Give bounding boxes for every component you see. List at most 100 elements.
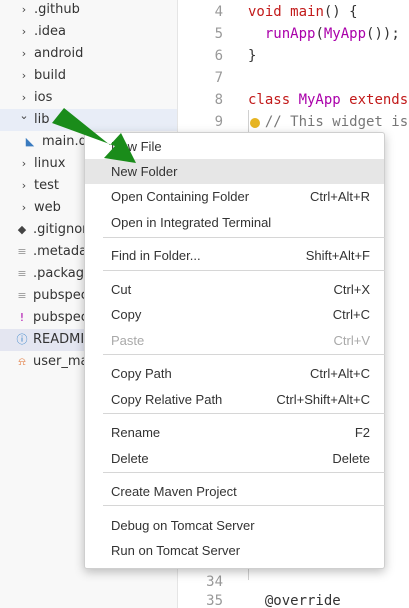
menu-item-new-folder[interactable]: New Folder	[85, 159, 384, 184]
file-icon: ⍾	[18, 355, 26, 368]
chevron-down-icon[interactable]: ⌄	[18, 109, 30, 131]
code-line: @override	[248, 590, 341, 608]
menu-item-label: Find in Folder...	[111, 248, 201, 263]
file-icon: !	[19, 311, 25, 324]
file-icon: ≡	[17, 245, 27, 258]
tree-item-label: test	[34, 178, 59, 193]
line-number: 9	[214, 114, 223, 130]
menu-item-rename[interactable]: Rename F2	[85, 420, 384, 445]
menu-item-shortcut: F2	[354, 425, 370, 440]
menu-item-find-in-folder[interactable]: Find in Folder... Shift+Alt+F	[85, 243, 384, 268]
tree-item-label: linux	[34, 156, 66, 171]
tree-item-4[interactable]: › ios	[0, 87, 177, 109]
code-token: void	[248, 4, 291, 20]
code-token: ());	[366, 26, 400, 42]
menu-item-label: Run on Tomcat Server	[111, 543, 241, 558]
line-number: 6	[214, 48, 223, 64]
code-token: (	[315, 26, 324, 42]
menu-item-label: Create Maven Project	[111, 484, 237, 499]
line-number: 7	[214, 70, 223, 86]
chevron-right-icon[interactable]: ›	[18, 87, 30, 109]
chevron-right-icon[interactable]: ›	[18, 153, 30, 175]
menu-separator	[103, 413, 385, 414]
chevron-right-icon[interactable]: ›	[18, 0, 30, 21]
code-token: main	[290, 4, 324, 20]
menu-item-debug-on-tomcat-server[interactable]: Debug on Tomcat Server	[85, 513, 384, 538]
code-line: // This widget is	[248, 111, 408, 133]
tree-item-label: lib	[34, 112, 50, 127]
menu-item-label: Cut	[111, 282, 132, 297]
menu-item-run-on-tomcat-server[interactable]: Run on Tomcat Server	[85, 538, 384, 563]
file-icon: ⓘ	[16, 333, 28, 346]
menu-item-copy-path[interactable]: Copy Path Ctrl+Alt+C	[85, 361, 384, 386]
chevron-right-icon[interactable]: ›	[18, 175, 30, 197]
menu-separator	[103, 354, 385, 355]
line-number: 35	[206, 593, 223, 608]
context-menu: New File New Folder Open Containing Folder…	[84, 132, 385, 569]
line-number: 5	[214, 26, 223, 42]
menu-item-label: Open in Integrated Terminal	[111, 215, 272, 230]
menu-item-label: New File	[111, 139, 162, 154]
menu-item-label: Copy	[111, 307, 142, 322]
tree-item-label: user_ma	[33, 354, 89, 369]
menu-item-label: Copy Relative Path	[111, 392, 223, 407]
file-icon: ≡	[17, 267, 27, 280]
chevron-right-icon[interactable]: ›	[18, 43, 30, 65]
code-token: () {	[323, 4, 358, 20]
lightbulb-icon[interactable]	[250, 118, 260, 128]
code-token: extends	[349, 92, 409, 108]
menu-item-label: New Folder	[111, 164, 178, 179]
menu-item-new-file[interactable]: New File	[85, 134, 384, 159]
code-token: // This widget is	[248, 114, 409, 130]
menu-item-create-maven-project[interactable]: Create Maven Project	[85, 479, 384, 504]
chevron-right-icon[interactable]: ›	[18, 65, 30, 87]
code-line: void main() {	[248, 1, 358, 23]
code-token: @override	[248, 593, 341, 608]
menu-item-open-in-integrated-terminal[interactable]: Open in Integrated Terminal	[85, 210, 384, 235]
file-icon: ◣	[25, 135, 35, 148]
menu-item-shortcut: Delete	[332, 451, 370, 466]
tree-item-3[interactable]: › build	[0, 65, 177, 87]
menu-separator	[103, 270, 385, 271]
tree-item-label: web	[34, 200, 61, 215]
code-line: runApp(MyApp());	[248, 23, 400, 45]
menu-item-delete[interactable]: Delete Delete	[85, 446, 384, 471]
tree-item-1[interactable]: › .idea	[0, 21, 177, 43]
menu-item-label: Open Containing Folder	[111, 189, 250, 204]
tree-item-label: ios	[34, 90, 53, 105]
line-number: 8	[214, 92, 223, 108]
menu-item-shortcut: Ctrl+Shift+Alt+C	[276, 392, 370, 407]
code-token: MyApp	[298, 92, 350, 108]
tree-item-label: .gitignor	[33, 222, 88, 237]
menu-item-label: Delete	[111, 451, 149, 466]
code-token: }	[248, 48, 257, 64]
tree-item-5[interactable]: ⌄ lib	[0, 109, 177, 131]
chevron-right-icon[interactable]: ›	[18, 197, 30, 219]
menu-item-shortcut: Ctrl+Alt+C	[310, 366, 370, 381]
chevron-right-icon[interactable]: ›	[18, 21, 30, 43]
menu-separator	[103, 505, 385, 506]
menu-separator	[103, 237, 385, 238]
file-icon: ◆	[17, 223, 27, 236]
menu-item-open-containing-folder[interactable]: Open Containing Folder Ctrl+Alt+R	[85, 184, 384, 209]
tree-item-label: pubspec	[33, 310, 88, 325]
line-number: 4	[214, 4, 223, 20]
menu-item-copy[interactable]: Copy Ctrl+C	[85, 302, 384, 327]
tree-item-label: pubspec	[33, 288, 88, 303]
tree-item-label: .metada	[33, 244, 88, 259]
code-line: }	[248, 45, 256, 67]
tree-item-label: build	[34, 68, 66, 83]
menu-item-label: Paste	[111, 333, 145, 348]
menu-item-shortcut: Ctrl+X	[333, 282, 370, 297]
tree-item-label: .github	[34, 2, 80, 17]
code-token: runApp	[248, 26, 316, 42]
menu-item-cut[interactable]: Cut Ctrl+X	[85, 277, 384, 302]
code-token: MyApp	[323, 26, 367, 42]
tree-item-0[interactable]: › .github	[0, 0, 177, 21]
menu-item-copy-relative-path[interactable]: Copy Relative Path Ctrl+Shift+Alt+C	[85, 387, 384, 412]
tree-item-2[interactable]: › android	[0, 43, 177, 65]
menu-separator	[103, 472, 385, 473]
tree-item-label: .idea	[34, 24, 66, 39]
tree-item-label: READMI	[33, 332, 85, 347]
tree-item-label: android	[34, 46, 84, 61]
